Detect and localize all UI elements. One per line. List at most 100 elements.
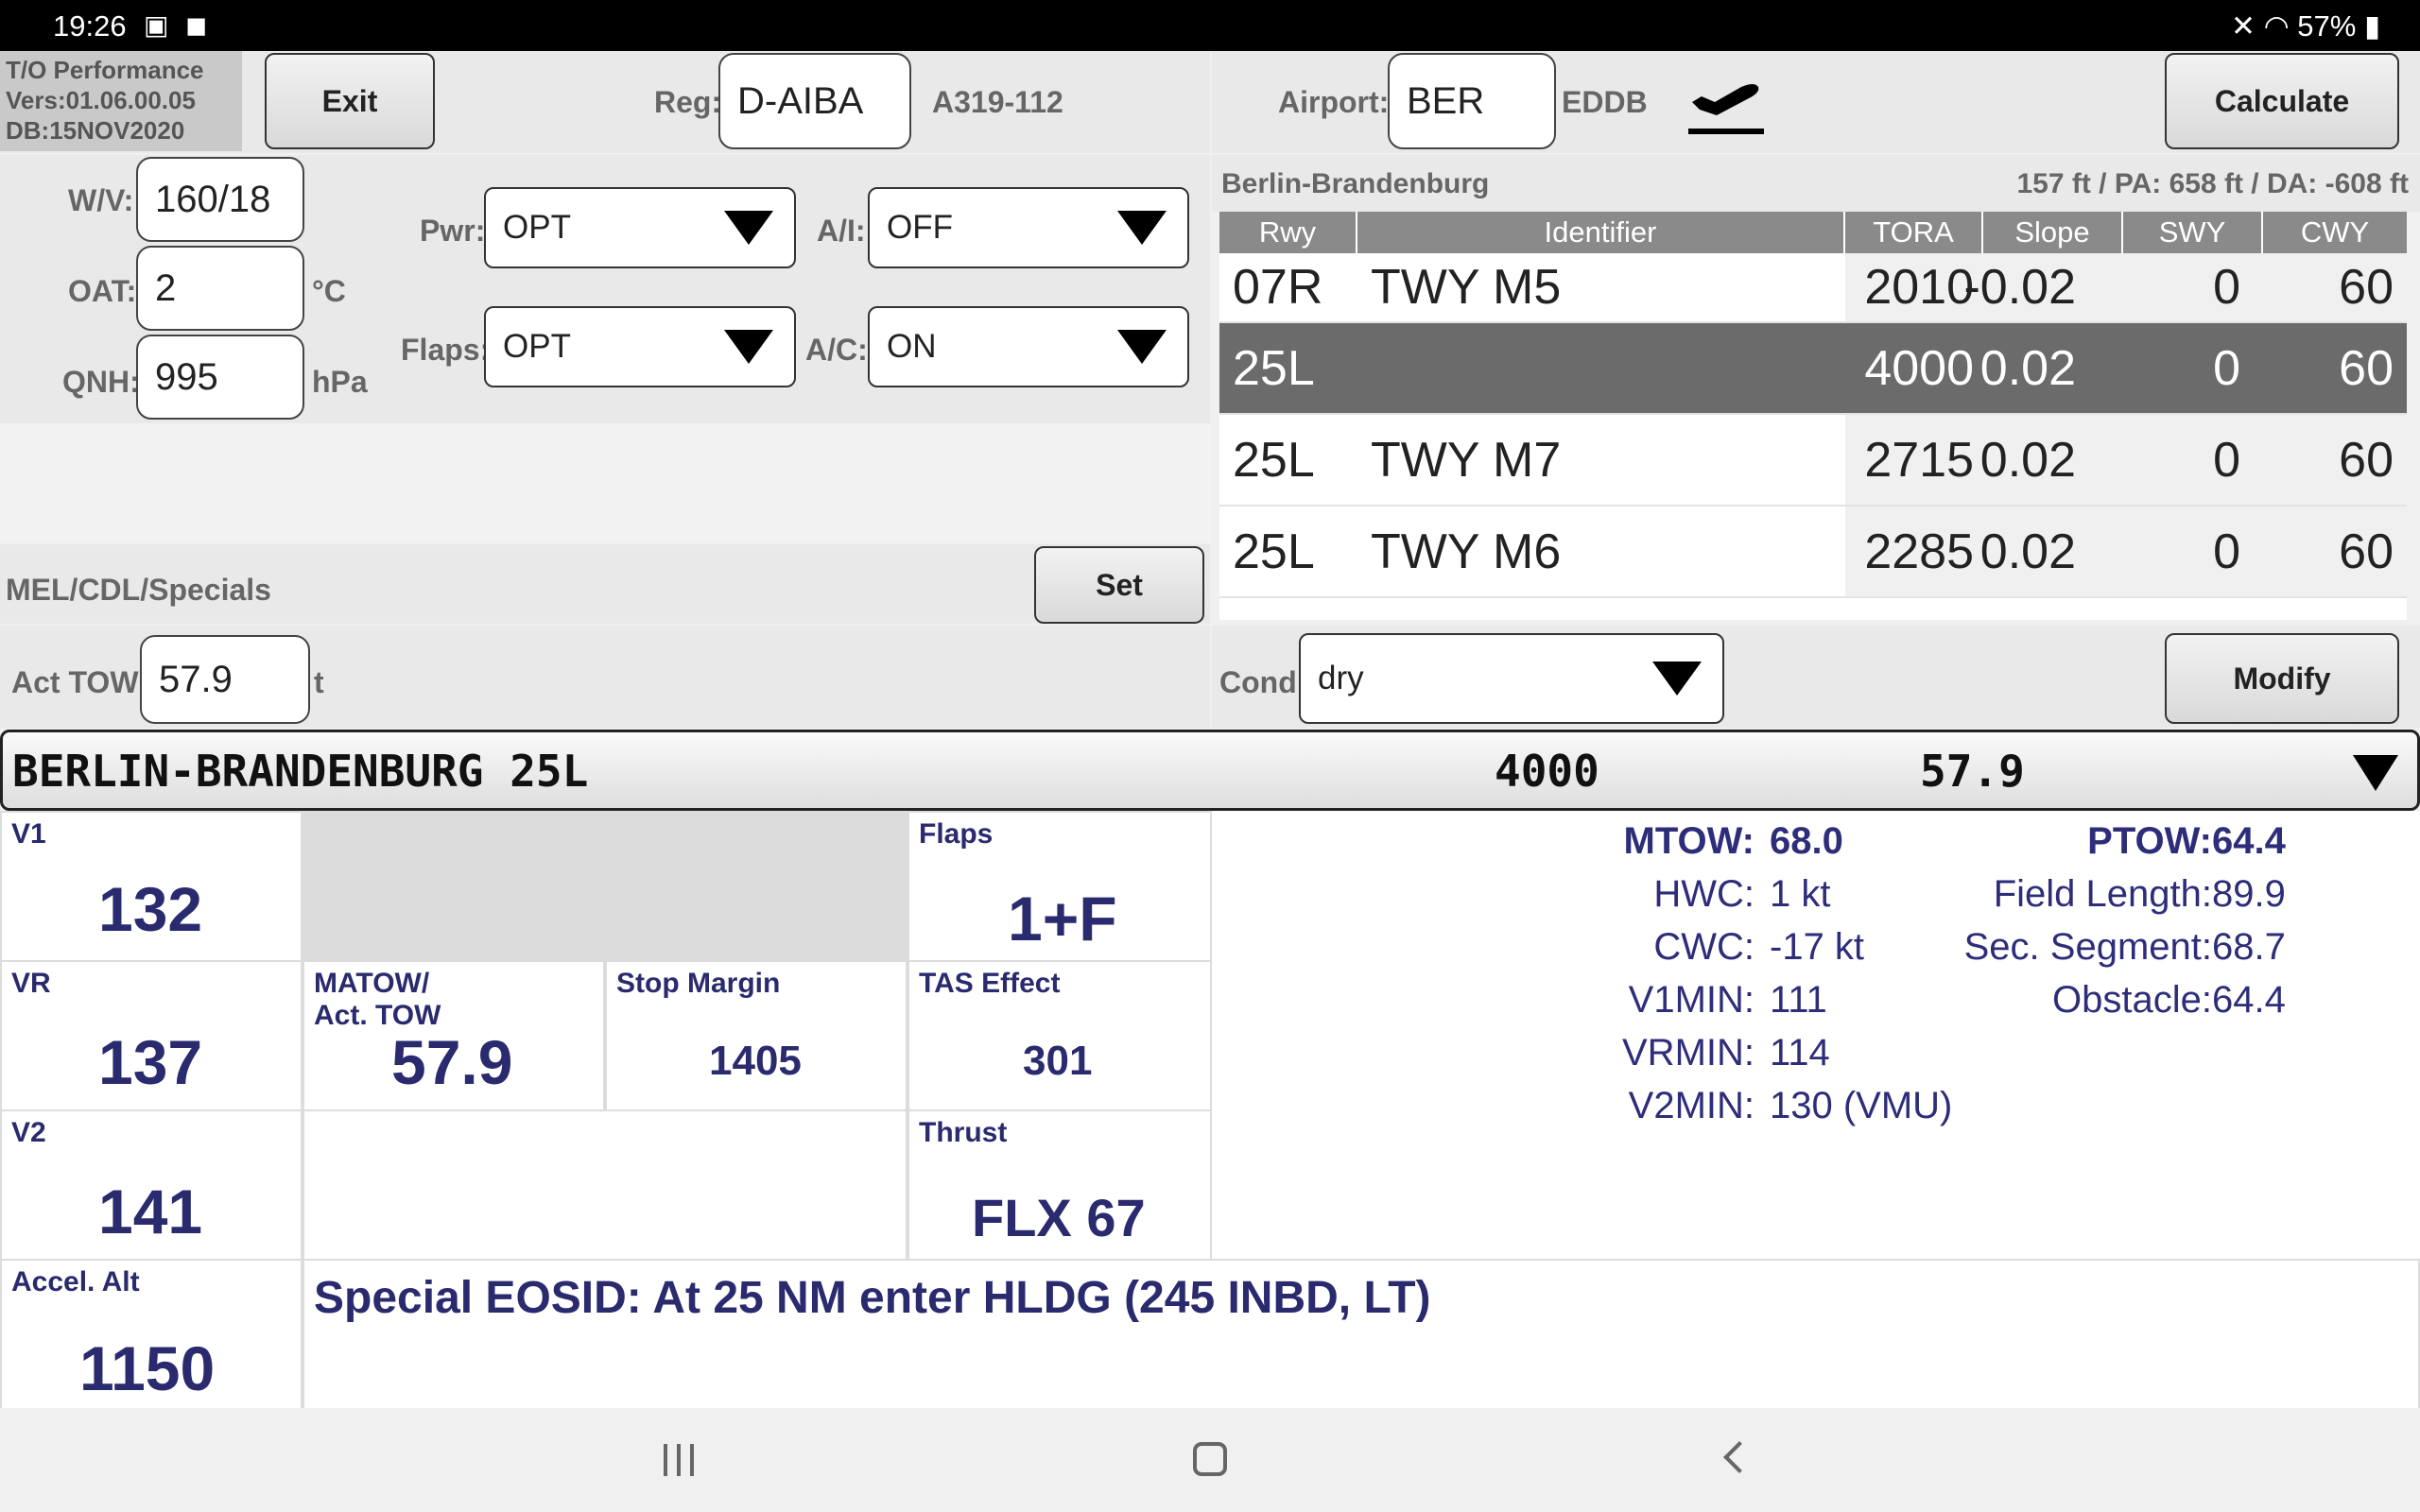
v2min-value: 130 (VMU) [1770,1085,1953,1126]
cell-cwy: 60 [2263,253,2407,321]
app-title: T/O Performance [6,56,204,84]
dropdown-arrow-icon [724,211,773,245]
airport-elevation: 157 ft / PA: 658 ft / DA: -608 ft [2016,168,2409,199]
ac-label: A/C: [805,333,868,367]
airport-input[interactable]: BER [1388,53,1556,149]
cell-rwy: 25L [1233,432,1315,488]
flaps-label: Flaps: [401,333,491,367]
ptow-label: PTOW: [2087,820,2212,862]
flaps-result-value: 1+F [1008,884,1117,954]
cell-slope: 0.02 [1979,340,2076,396]
pwr-value: OPT [503,209,571,246]
cell-tora: 2010 [1845,253,1983,321]
mute-icon: ✕ [2230,9,2256,43]
qnh-label: QNH: [62,365,140,399]
cell-rwy: 25L [1233,340,1315,396]
col-slope: Slope [1983,212,2123,253]
image-icon: ▣ [144,10,169,40]
battery-percent: 57% [2297,9,2357,43]
accel-alt-cell: Accel. Alt 1150 [0,1259,302,1410]
ac-select[interactable]: ON [868,306,1189,387]
set-button[interactable]: Set [1034,546,1204,624]
dropdown-arrow-icon [1652,662,1702,696]
accel-alt-label: Accel. Alt [11,1266,140,1297]
cond-value: dry [1318,660,1364,696]
vr-value: 137 [98,1027,203,1097]
vr-label: VR [11,968,51,999]
cell-slope: 0.02 [1980,507,2123,596]
battery-icon: ▮ [2363,9,2380,43]
cond-select[interactable]: dry [1299,633,1724,724]
home-icon[interactable] [1193,1442,1227,1476]
stop-margin-cell: Stop Margin 1405 [605,960,908,1111]
v2-label: V2 [11,1117,46,1148]
cell-swy: 0 [2213,340,2240,396]
blank-area [0,423,1210,542]
sec-segment-value: 68.7 [2212,926,2286,968]
flaps-result-label: Flaps [919,818,994,850]
pwr-select[interactable]: OPT [484,187,796,268]
runway-table[interactable]: Rwy Identifier TORA Slope SWY CWY 07R TW… [1219,212,2407,620]
ai-label: A/I: [817,214,866,248]
mel-label: MEL/CDL/Specials [6,573,271,607]
oat-input[interactable]: 2 [136,246,304,331]
dropdown-arrow-icon [1117,330,1167,364]
table-row[interactable]: 25L TWY M6 2285 0.02 0 60 [1219,507,2407,598]
vr-cell: VR 137 [0,960,302,1111]
hwc-label: HWC: [1653,873,1754,915]
matow-value: 57.9 [391,1027,513,1097]
airport-icao: EDDB [1562,85,1648,119]
thrust-value: FLX 67 [972,1188,1146,1247]
col-swy: SWY [2123,212,2263,253]
dropdown-arrow-icon [724,330,773,364]
oat-label: OAT: [68,274,137,308]
pwr-label: Pwr: [420,214,486,248]
cwc-value: -17 kt [1770,926,1865,968]
empty-cell [302,811,908,962]
back-icon[interactable] [1723,1441,1755,1473]
wind-input[interactable]: 160/18 [136,157,304,242]
obstacle-value: 64.4 [2212,979,2286,1021]
app-info: T/O Performance Vers:01.06.00.05 DB:15NO… [0,51,242,151]
vrmin-label: VRMIN: [1622,1032,1754,1074]
modify-button[interactable]: Modify [2165,633,2399,724]
summary-tow: 57.9 [1920,746,2025,797]
recent-apps-icon[interactable] [662,1444,696,1476]
ai-select[interactable]: OFF [868,187,1189,268]
v1-value: 132 [98,874,203,944]
exit-button[interactable]: Exit [265,53,435,149]
tow-input[interactable]: 57.9 [140,635,310,724]
tas-effect-cell: TAS Effect 301 [908,960,1212,1111]
cell-slope: -0.02 [1963,253,2123,321]
result-selector[interactable]: BERLIN-BRANDENBURG 25L 4000 57.9 [0,730,2420,811]
cell-cwy: 60 [2263,507,2407,596]
stop-margin-value: 1405 [709,1038,802,1084]
table-row-selected[interactable]: 25L 4000 0.02 0 60 [1219,323,2407,415]
vrmin-value: 114 [1770,1032,1830,1074]
wv-label: W/V: [68,183,134,217]
takeoff-icon [1686,66,1770,138]
status-right: ✕ ◠ 57% ▮ [2231,9,2380,43]
calculate-button[interactable]: Calculate [2165,53,2399,149]
tow-unit: t [314,665,324,699]
reg-input[interactable]: D-AIBA [718,53,911,149]
v2min-label: V2MIN: [1628,1085,1754,1126]
clock: 19:26 [53,9,127,43]
cell-slope: 0.02 [1980,415,2123,505]
flaps-select[interactable]: OPT [484,306,796,387]
cell-rwy: 07R [1233,260,1323,315]
cell-identifier: TWY M6 [1371,524,1562,579]
qnh-input[interactable]: 995 [136,335,304,420]
table-row[interactable]: 25L TWY M7 2715 0.02 0 60 [1219,415,2407,507]
dropdown-arrow-icon [1117,211,1167,245]
cell-tora: 4000 [1864,340,1974,396]
cell-swy: 0 [2123,253,2263,321]
tow-label: Act TOW: [11,665,148,699]
ptow-value: 64.4 [2212,820,2286,862]
ai-value: OFF [887,209,953,246]
special-eosid-text: Special EOSID: At 25 NM enter HLDG (245 … [314,1273,1431,1323]
v1-cell: V1 132 [0,811,302,962]
table-row[interactable]: 07R TWY M5 2010 -0.02 0 60 [1219,253,2407,323]
dropdown-arrow-icon [2353,755,2398,791]
v1min-label: V1MIN: [1628,979,1754,1021]
